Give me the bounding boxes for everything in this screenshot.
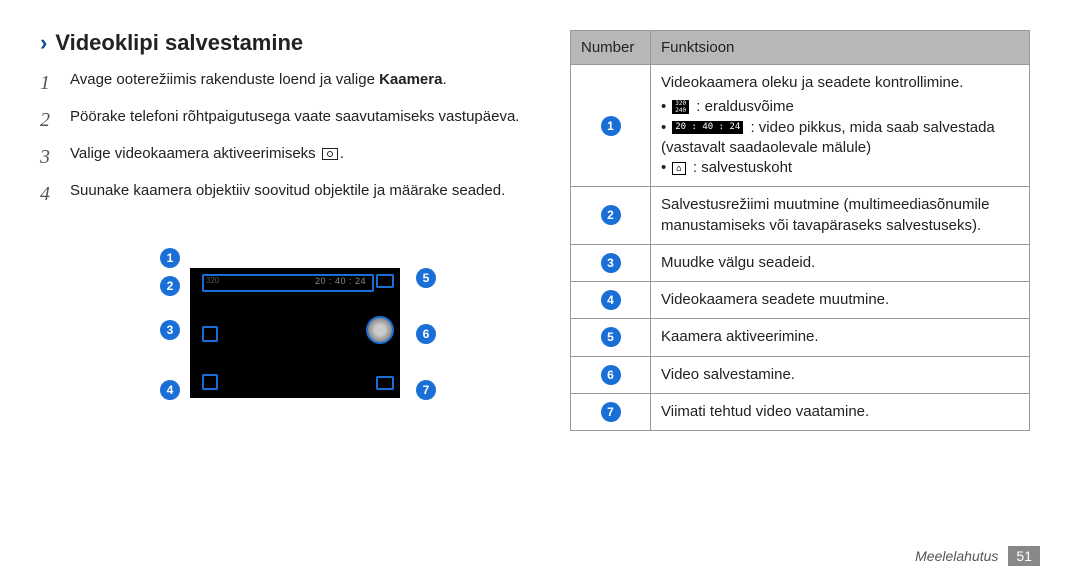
row-num-1: 1	[601, 116, 621, 136]
function-table: Number Funktsioon 1 Videokaamera oleku j…	[570, 30, 1030, 431]
row-func-6: Video salvestamine.	[651, 356, 1030, 393]
camcorder-diagram: 320 20 : 40 : 24 1 2 3 4 5 6 7	[120, 228, 460, 428]
row-num-7: 7	[601, 402, 621, 422]
callout-3: 3	[160, 320, 180, 340]
col-header-number: Number	[571, 31, 651, 65]
timecode-indicator: 20 : 40 : 24	[315, 276, 366, 286]
record-highlight	[366, 316, 394, 344]
left-column: › Videoklipi salvestamine 1 Avage ootere…	[40, 30, 520, 431]
callout-4: 4	[160, 380, 180, 400]
table-row: 2 Salvestusrežiimi muutmine (multimeedia…	[571, 187, 1030, 245]
table-row: 5 Kaamera aktiveerimine.	[571, 319, 1030, 356]
row-func-1: Videokaamera oleku ja seadete kontrollim…	[651, 65, 1030, 187]
flash-highlight	[202, 326, 218, 342]
table-row: 1 Videokaamera oleku ja seadete kontroll…	[571, 65, 1030, 187]
row-num-4: 4	[601, 290, 621, 310]
step-text: Valige videokaamera aktiveerimiseks .	[70, 144, 344, 171]
footer-section: Meelelahutus	[915, 548, 998, 564]
step-1: 1 Avage ooterežiimis rakenduste loend ja…	[40, 70, 520, 97]
section-title: › Videoklipi salvestamine	[40, 30, 520, 56]
section-title-text: Videoklipi salvestamine	[55, 30, 303, 56]
row-num-3: 3	[601, 253, 621, 273]
row-func-5: Kaamera aktiveerimine.	[651, 319, 1030, 356]
step-text: Avage ooterežiimis rakenduste loend ja v…	[70, 70, 447, 97]
step-number: 2	[40, 107, 56, 134]
step-4: 4 Suunake kaamera objektiiv soovitud obj…	[40, 181, 520, 208]
callout-1: 1	[160, 248, 180, 268]
step-number: 3	[40, 144, 56, 171]
row-num-5: 5	[601, 327, 621, 347]
resolution-indicator: 320	[206, 276, 219, 285]
mode-highlight	[376, 274, 394, 288]
page-number: 51	[1008, 546, 1040, 566]
table-row: 7 Viimati tehtud video vaatamine.	[571, 393, 1030, 430]
phone-screen: 320 20 : 40 : 24	[190, 268, 400, 398]
storage-icon: ⌂	[672, 162, 685, 175]
step-3: 3 Valige videokaamera aktiveerimiseks .	[40, 144, 520, 171]
row-num-2: 2	[601, 205, 621, 225]
right-column: Number Funktsioon 1 Videokaamera oleku j…	[570, 30, 1030, 431]
row-func-3: Muudke välgu seadeid.	[651, 244, 1030, 281]
callout-2: 2	[160, 276, 180, 296]
row-func-7: Viimati tehtud video vaatamine.	[651, 393, 1030, 430]
table-row: 3 Muudke välgu seadeid.	[571, 244, 1030, 281]
row-func-2: Salvestusrežiimi muutmine (multimeediasõ…	[651, 187, 1030, 245]
page-footer: Meelelahutus 51	[915, 546, 1040, 566]
row-func-4: Videokaamera seadete muutmine.	[651, 282, 1030, 319]
table-row: 4 Videokaamera seadete muutmine.	[571, 282, 1030, 319]
row-num-6: 6	[601, 365, 621, 385]
step-number: 4	[40, 181, 56, 208]
settings-highlight	[202, 374, 218, 390]
callout-6: 6	[416, 324, 436, 344]
resolution-icon: 320240	[672, 100, 689, 114]
camera-switch-icon	[322, 148, 338, 160]
callout-5: 5	[416, 268, 436, 288]
chevron-icon: ›	[40, 30, 47, 56]
callout-7: 7	[416, 380, 436, 400]
step-2: 2 Pöörake telefoni rõhtpaigutusega vaate…	[40, 107, 520, 134]
play-highlight	[376, 376, 394, 390]
time-icon: 20 : 40 : 24	[672, 121, 743, 134]
step-number: 1	[40, 70, 56, 97]
table-row: 6 Video salvestamine.	[571, 356, 1030, 393]
step-text: Pöörake telefoni rõhtpaigutusega vaate s…	[70, 107, 519, 134]
step-text: Suunake kaamera objektiiv soovitud objek…	[70, 181, 505, 208]
col-header-function: Funktsioon	[651, 31, 1030, 65]
